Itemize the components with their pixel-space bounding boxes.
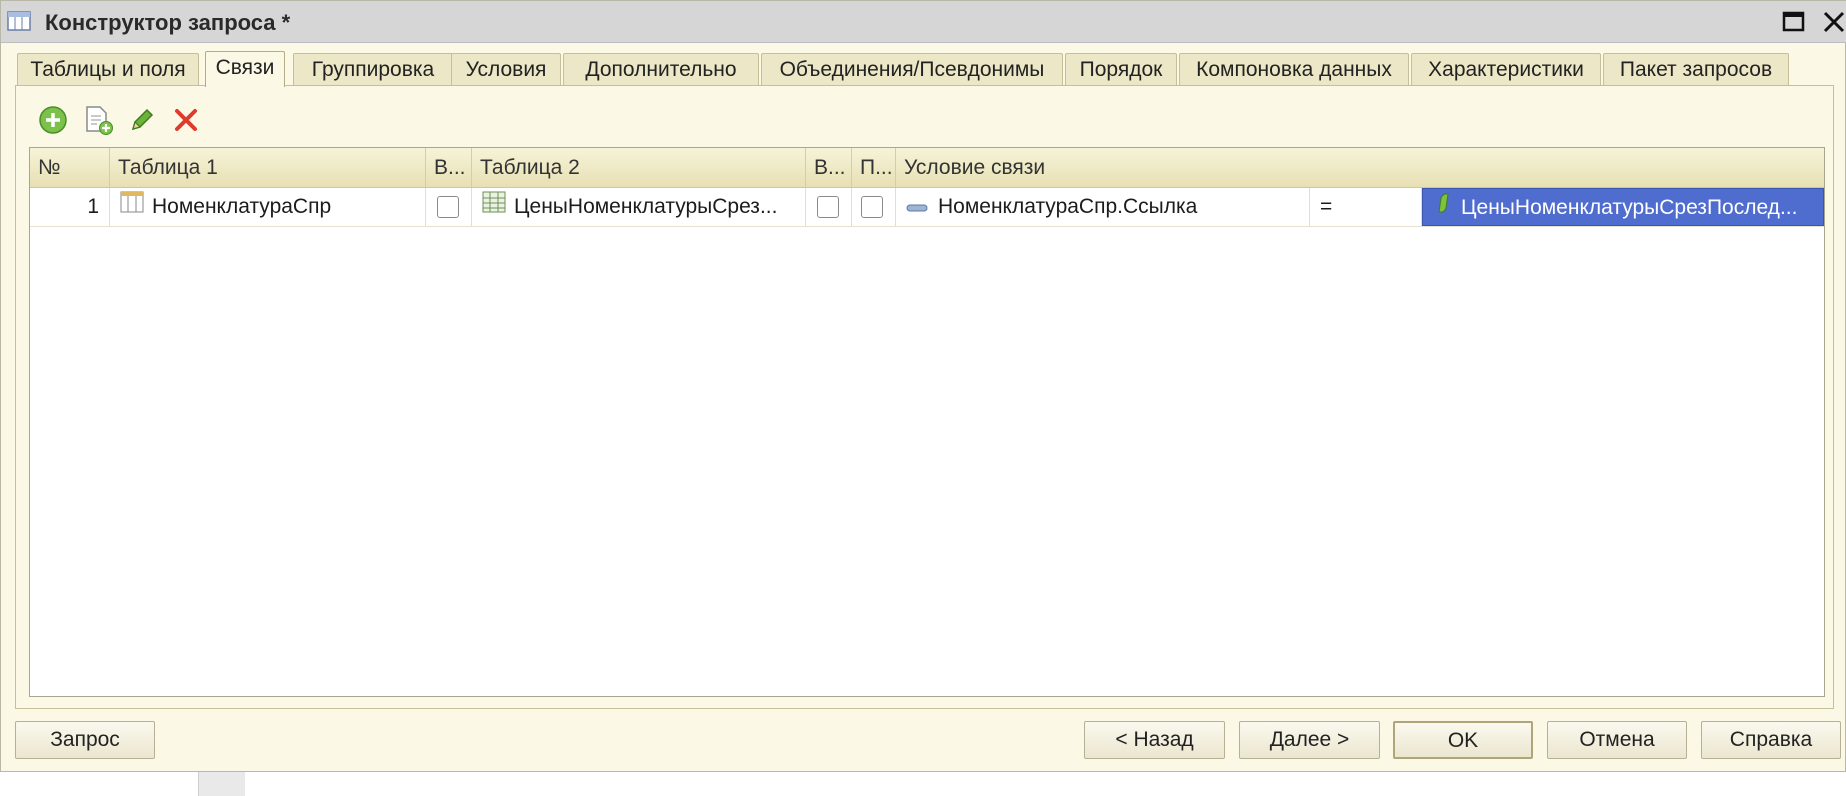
field-icon: [906, 188, 928, 226]
tab-unions-aliases[interactable]: Объединения/Псевдонимы: [761, 53, 1063, 85]
tab-links[interactable]: Связи: [205, 51, 285, 87]
delete-x-icon[interactable]: [170, 104, 202, 136]
column-header-table2[interactable]: Таблица 2: [472, 148, 806, 187]
table-header: № Таблица 1 В... Таблица 2 В... П... Усл…: [30, 148, 1824, 188]
query-builder-icon: [7, 10, 31, 32]
ok-button[interactable]: OK: [1393, 721, 1533, 759]
all2-cell: [806, 188, 852, 226]
tab-additional[interactable]: Дополнительно: [563, 53, 759, 85]
column-header-all2[interactable]: В...: [806, 148, 852, 187]
catalog-table-icon: [120, 188, 144, 226]
back-button[interactable]: < Назад: [1084, 721, 1225, 759]
column-header-all1[interactable]: В...: [426, 148, 472, 187]
query-builder-window: Конструктор запроса * Таблицы и поля Свя…: [0, 0, 1846, 772]
query-button[interactable]: Запрос: [15, 721, 155, 759]
help-button[interactable]: Справка: [1701, 721, 1841, 759]
close-icon[interactable]: [1821, 9, 1846, 35]
table1-name: НоменклатураСпр: [152, 195, 332, 218]
links-panel: № Таблица 1 В... Таблица 2 В... П... Усл…: [15, 85, 1834, 709]
condition-left-field: НоменклатураСпр.Ссылка: [938, 195, 1198, 218]
condition-operator-cell[interactable]: =: [1310, 188, 1422, 226]
table2-cell[interactable]: ЦеныНоменклатурыСрез...: [472, 188, 806, 226]
table2-name: ЦеныНоменклатурыСрез...: [514, 195, 778, 218]
tab-grouping[interactable]: Группировка: [293, 53, 453, 85]
register-table-icon: [482, 188, 506, 226]
tab-query-batch[interactable]: Пакет запросов: [1603, 53, 1789, 85]
tab-data-composition[interactable]: Компоновка данных: [1179, 53, 1409, 85]
attribute-icon: [1435, 189, 1451, 225]
custom-cell: [852, 188, 896, 226]
tab-order[interactable]: Порядок: [1065, 53, 1177, 85]
background-window-fragment: [198, 772, 245, 796]
next-button[interactable]: Далее >: [1239, 721, 1380, 759]
links-table: № Таблица 1 В... Таблица 2 В... П... Усл…: [29, 147, 1825, 697]
row-number: 1: [30, 188, 110, 226]
pencil-icon[interactable]: [126, 104, 158, 136]
tab-conditions[interactable]: Условия: [451, 53, 561, 85]
all2-checkbox[interactable]: [817, 196, 839, 218]
window-title: Конструктор запроса *: [45, 10, 291, 35]
table-row[interactable]: 1 НоменклатураСпр ЦеныНоменклатурыСрез..…: [30, 188, 1824, 227]
title-bar: Конструктор запроса *: [1, 1, 1846, 43]
column-header-number[interactable]: №: [30, 148, 110, 187]
add-circle-icon[interactable]: [37, 104, 69, 136]
all1-cell: [426, 188, 472, 226]
condition-left-cell[interactable]: НоменклатураСпр.Ссылка: [896, 188, 1310, 226]
cancel-button[interactable]: Отмена: [1547, 721, 1687, 759]
tab-characteristics[interactable]: Характеристики: [1411, 53, 1601, 85]
column-header-condition[interactable]: Условие связи: [896, 148, 1824, 187]
custom-checkbox[interactable]: [861, 196, 883, 218]
condition-right-cell[interactable]: ЦеныНоменклатурыСрезПослед...: [1422, 188, 1824, 226]
copy-document-icon[interactable]: [82, 104, 114, 136]
column-header-custom[interactable]: П...: [852, 148, 896, 187]
condition-right-field: ЦеныНоменклатурыСрезПослед...: [1461, 196, 1798, 219]
column-header-table1[interactable]: Таблица 1: [110, 148, 426, 187]
maximize-icon[interactable]: [1781, 9, 1807, 35]
all1-checkbox[interactable]: [437, 196, 459, 218]
table1-cell[interactable]: НоменклатураСпр: [110, 188, 426, 226]
tab-tables-fields[interactable]: Таблицы и поля: [17, 53, 199, 85]
